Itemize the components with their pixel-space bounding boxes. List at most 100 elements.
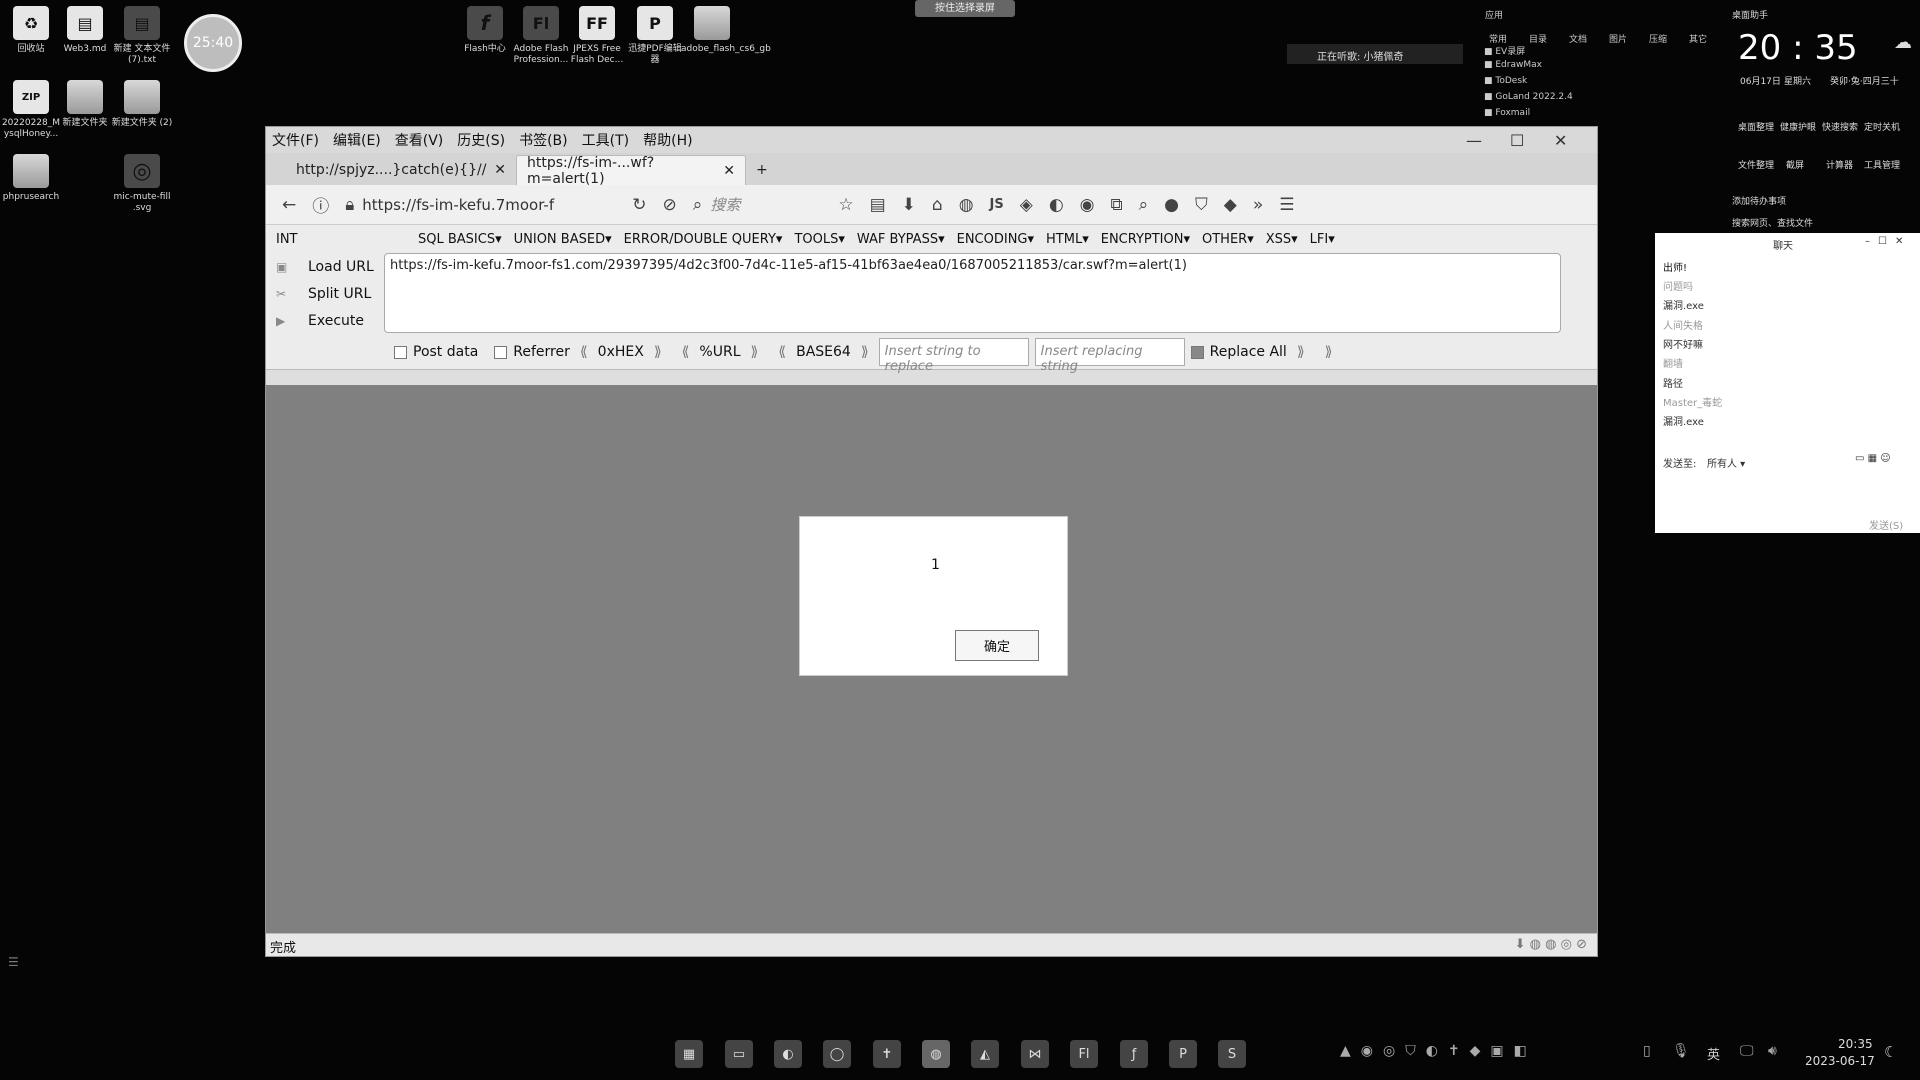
taskbar-time[interactable]: 20:35 (1838, 1037, 1873, 1051)
close-tab-icon[interactable]: ✕ (494, 162, 506, 178)
new-tab-button[interactable]: + (746, 155, 776, 185)
taskbar-app-photos[interactable]: ◭ (971, 1040, 999, 1068)
hex-decode-arrow-icon[interactable]: ⟪ (580, 344, 588, 360)
bookmark-star-icon[interactable]: ☆ (838, 195, 853, 215)
globe-icon[interactable]: ◍ (959, 195, 974, 215)
menu-tools[interactable]: TOOLS▾ (794, 232, 844, 247)
taskbar-app-files[interactable]: ▭ (725, 1040, 753, 1068)
tab-common[interactable]: 常用 (1489, 32, 1507, 45)
side-menu-icon[interactable]: ☰ (8, 955, 19, 969)
menu-edit[interactable]: 编辑(E) (333, 130, 381, 150)
desktop-icon-new-folder-2[interactable]: 新建文件夹 (2) (111, 80, 173, 129)
desktop-icon-recycle-bin[interactable]: ♻ 回收站 (0, 6, 62, 55)
notification-moon-icon[interactable]: ☾ (1884, 1043, 1897, 1061)
menu-other[interactable]: OTHER▾ (1202, 232, 1254, 247)
palette-icon[interactable]: ◐ (1049, 195, 1064, 215)
tray-volume-icon[interactable]: 🔊︎ (1768, 1043, 1777, 1059)
shield-icon[interactable]: ⛉ (1195, 195, 1208, 215)
menu-help[interactable]: 帮助(H) (643, 130, 692, 150)
alert-ok-button[interactable]: 确定 (955, 630, 1039, 661)
desktop-icon-mic-svg[interactable]: ◎ mic-mute-fill .svg (111, 154, 173, 214)
close-tab-icon[interactable]: ✕ (723, 163, 735, 179)
url-decode-arrow-icon[interactable]: ⟪ (682, 344, 690, 360)
menu-xss[interactable]: XSS▾ (1266, 232, 1298, 247)
menu-file[interactable]: 文件(F) (272, 130, 319, 150)
app-item-goland[interactable]: ■ GoLand 2022.2.4 (1484, 92, 1712, 108)
taskbar-date[interactable]: 2023-06-17 (1805, 1054, 1875, 1068)
maximize-icon[interactable]: ☐ (1510, 131, 1524, 150)
execute-button[interactable]: ▶ Execute (276, 307, 384, 334)
share-icon[interactable]: ⧉ (1111, 195, 1123, 215)
tab-archives[interactable]: 压缩 (1649, 32, 1667, 45)
split-url-button[interactable]: ✂ Split URL (276, 280, 384, 307)
tab-images[interactable]: 图片 (1609, 32, 1627, 45)
desktop-icon-flash-center[interactable]: f Flash中心 (454, 6, 516, 55)
quick-calculator[interactable]: 计算器 (1826, 158, 1853, 171)
desktop-icon-jpexs[interactable]: FF JPEXS Free Flash Dec... (566, 6, 628, 66)
tab-spjyz[interactable]: http://spjyz....}catch(e){}// ✕ (286, 155, 516, 185)
back-icon[interactable]: ← (282, 195, 296, 215)
menu-tools[interactable]: 工具(T) (582, 130, 629, 150)
search-web[interactable]: 搜索网页、查找文件 (1732, 216, 1813, 229)
chat-window-controls[interactable]: –☐✕ (1865, 236, 1911, 247)
post-data-checkbox[interactable] (394, 345, 407, 359)
taskbar-app-edge[interactable]: ◐ (774, 1040, 802, 1068)
app-item-edrawmax[interactable]: ■ EdrawMax (1484, 60, 1712, 76)
quick-file-tidy[interactable]: 文件整理 (1738, 158, 1774, 171)
menu-lfi[interactable]: LFI▾ (1310, 232, 1335, 247)
taskbar-app-chrome[interactable]: ◯ (823, 1040, 851, 1068)
replace-string-input[interactable]: Insert replacing string (1034, 338, 1185, 374)
base64-decode-arrow-icon[interactable]: ⟪ (778, 344, 786, 360)
menu-encoding[interactable]: ENCODING▾ (957, 232, 1034, 247)
info-icon[interactable]: ⓘ (312, 192, 329, 217)
taskbar-app-pdf[interactable]: P (1169, 1040, 1197, 1068)
hackbar-icon[interactable]: ● (1164, 195, 1179, 215)
int-select[interactable]: INT (276, 232, 366, 247)
desktop-icon-text-file[interactable]: ▤ 新建 文本文件 (7).txt (111, 6, 173, 66)
replace-all-checkbox[interactable] (1190, 345, 1204, 359)
find-string-input[interactable]: Insert string to replace (878, 338, 1029, 374)
tray-mic-icon[interactable]: 🎙︎ (1672, 1043, 1690, 1059)
extension-icon[interactable]: ◆ (1224, 195, 1237, 215)
app-item-ev[interactable]: ■ EV录屏 (1484, 44, 1712, 60)
app-item-todesk[interactable]: ■ ToDesk (1484, 76, 1712, 92)
search-input[interactable]: 搜索 (710, 194, 830, 215)
zoom-icon[interactable]: ⌕ (1139, 195, 1149, 215)
home-icon[interactable]: ⌂ (932, 195, 943, 215)
hamburger-menu-icon[interactable]: ☰ (1279, 195, 1294, 215)
desktop-icon-adobe-flash-folder[interactable]: adobe_flash_cs6_gb (681, 6, 771, 55)
chat-toolbar-icons[interactable]: ▭ ▦ ☺ (1855, 453, 1891, 464)
menu-union-based[interactable]: UNION BASED▾ (514, 232, 612, 247)
quick-search[interactable]: 快速搜索 (1822, 120, 1858, 133)
desktop-icon-zip[interactable]: ZIP 20220228_M ysqlHoney... (0, 80, 62, 140)
menu-waf-bypass[interactable]: WAF BYPASS▾ (857, 232, 945, 247)
referrer-checkbox[interactable] (494, 345, 508, 359)
add-event[interactable]: 添加待办事项 (1732, 194, 1786, 207)
address-bar[interactable]: https://fs-im-kefu.7moor-f (362, 196, 572, 214)
desktop-icon-adobe-flash[interactable]: Fl Adobe Flash Profession... (510, 6, 572, 66)
send-to-select[interactable]: 所有人 ▾ (1707, 455, 1745, 470)
menu-history[interactable]: 历史(S) (457, 130, 505, 150)
minimize-icon[interactable]: — (1466, 131, 1482, 150)
load-url-button[interactable]: ▣ Load URL (276, 253, 384, 280)
desktop-icon-phprusearch[interactable]: phprusearch (0, 154, 62, 203)
menu-encryption[interactable]: ENCRYPTION▾ (1101, 232, 1190, 247)
quick-desktop-tidy[interactable]: 桌面整理 (1738, 120, 1774, 133)
taskbar-app-flash[interactable]: Fl (1070, 1040, 1098, 1068)
quick-eye-care[interactable]: 健康护眼 (1780, 120, 1816, 133)
taskbar-app-tool[interactable]: ✝ (873, 1040, 901, 1068)
chat-send-button[interactable]: 发送(S) (1869, 517, 1903, 532)
app-item-foxmail[interactable]: ■ Foxmail (1484, 108, 1712, 124)
overflow-icon[interactable]: » (1253, 195, 1263, 215)
tab-directory[interactable]: 目录 (1529, 32, 1547, 45)
reload-icon[interactable]: ↻ (632, 195, 646, 215)
tray-icons[interactable]: ▲◉◎⛉◐✝◆▣◧ (1340, 1043, 1537, 1059)
cookie-icon[interactable]: ◈ (1020, 195, 1033, 215)
clipboard-icon[interactable]: ▤ (870, 195, 886, 215)
menu-error-double-query[interactable]: ERROR/DOUBLE QUERY▾ (624, 232, 783, 247)
desktop-icon-web3[interactable]: ▤ Web3.md (54, 6, 116, 55)
timer-widget[interactable]: 25:40 (184, 14, 242, 72)
menu-bookmarks[interactable]: 书签(B) (519, 130, 568, 150)
taskbar-app-flash-player[interactable]: ƒ (1120, 1040, 1148, 1068)
tray-language[interactable]: 英 (1707, 1044, 1720, 1063)
